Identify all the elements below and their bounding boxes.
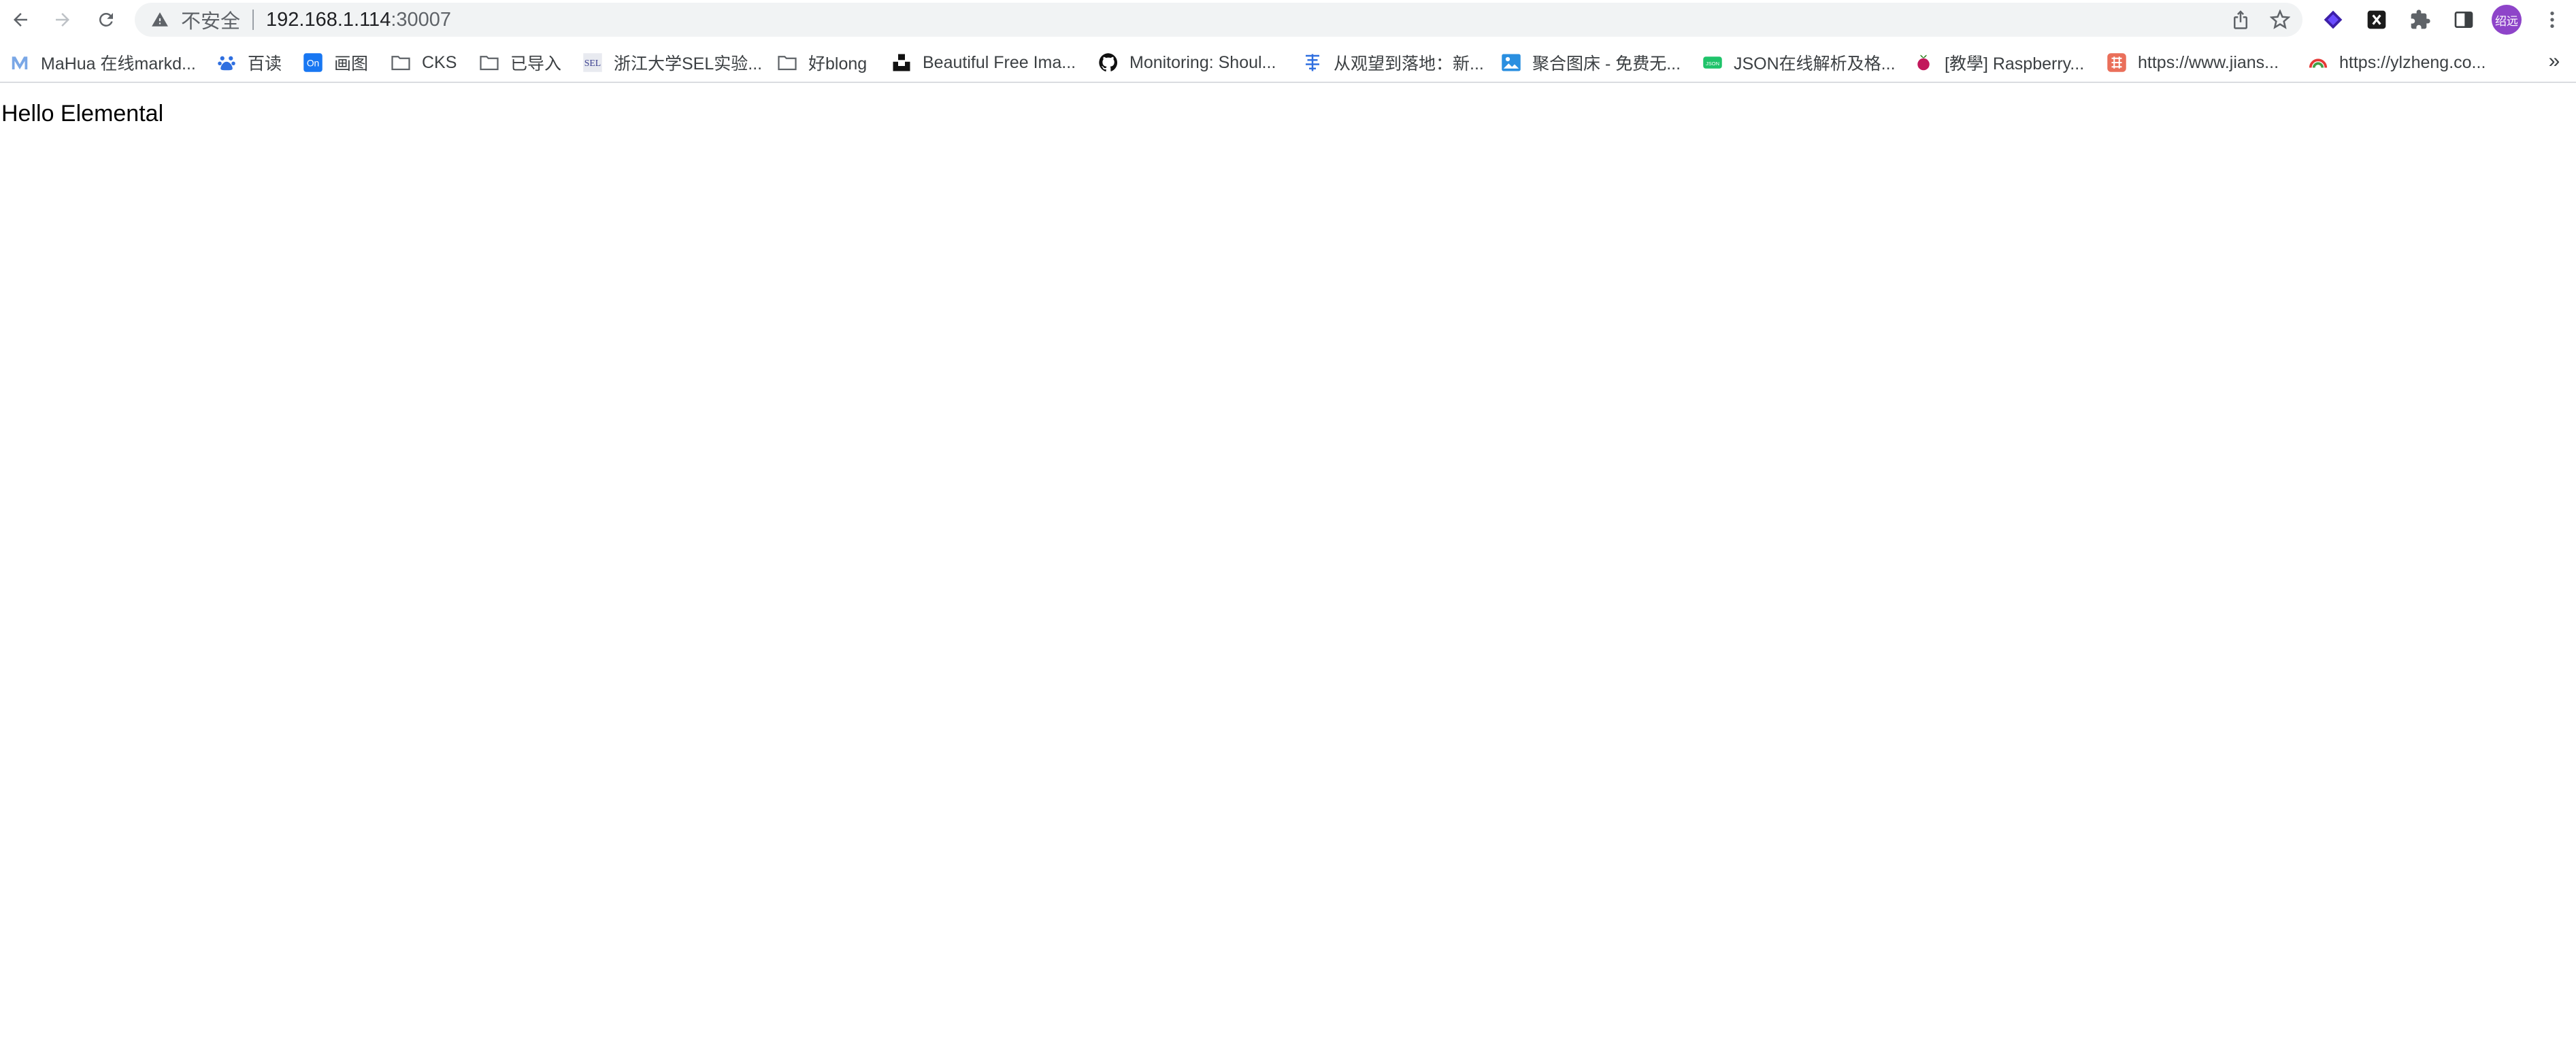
bookmark-json-parser[interactable]: JSON JSON在线解析及格...: [1702, 49, 1896, 76]
bookmark-label: CKS: [422, 52, 457, 72]
bookmark-label: Monitoring: Shoul...: [1129, 52, 1276, 72]
bookmark-label: MaHua 在线markd...: [41, 54, 196, 73]
extension-layers-icon[interactable]: [2319, 5, 2347, 34]
reload-button[interactable]: [91, 5, 121, 35]
svg-text:On: On: [307, 59, 319, 69]
arrow-left-icon: [14, 13, 27, 27]
warning-icon[interactable]: [151, 11, 169, 29]
bookmark-ylzheng[interactable]: https://ylzheng.co...: [2308, 49, 2486, 76]
bookmark-image-host[interactable]: 聚合图床 - 免费无...: [1501, 49, 1681, 76]
bookmark-jianshu[interactable]: https://www.jians...: [2107, 49, 2279, 76]
bookmark-label: 画图: [334, 54, 369, 73]
omnibox-actions: [2230, 3, 2290, 37]
bookmark-observe-landing[interactable]: 从观望到落地：新...: [1302, 49, 1484, 76]
bookmark-unsplash[interactable]: Beautiful Free Ima...: [891, 49, 1076, 76]
folder-icon: [777, 52, 797, 73]
page-body-text: Hello Elemental: [1, 101, 164, 127]
svg-text:SEL: SEL: [584, 58, 601, 68]
security-label[interactable]: 不安全: [181, 5, 240, 34]
forward-button[interactable]: [48, 5, 78, 35]
bookmark-raspberry[interactable]: [教學] Raspberry...: [1913, 49, 2084, 76]
bookmark-folder-haoblong[interactable]: 好blong: [777, 49, 867, 76]
bookmark-github-monitoring[interactable]: Monitoring: Shoul...: [1098, 49, 1276, 76]
share-icon[interactable]: [2230, 10, 2251, 30]
url-text[interactable]: 192.168.1.114:30007: [266, 9, 451, 31]
bookmark-draw[interactable]: On 画图: [303, 49, 368, 76]
bookmark-zju-sel[interactable]: SEL 浙江大学SEL实验...: [582, 49, 762, 76]
bookmark-baidu[interactable]: 百读: [216, 49, 282, 76]
unsplash-icon: [891, 52, 912, 73]
github-icon: [1098, 52, 1119, 73]
bookmark-label: 好blong: [808, 54, 868, 73]
bookmark-label: https://ylzheng.co...: [2339, 52, 2486, 72]
svg-text:JSON: JSON: [1706, 61, 1719, 67]
reload-icon: [99, 12, 113, 27]
bookmark-star-icon[interactable]: [2270, 10, 2290, 30]
bookmark-label: 浙江大学SEL实验...: [614, 54, 763, 73]
sel-logo-icon: SEL: [582, 52, 603, 73]
jianshu-icon: [2107, 52, 2127, 73]
side-panel-icon[interactable]: [2449, 5, 2478, 34]
arrow-right-icon: [56, 13, 69, 27]
bookmark-mahua[interactable]: MaHua 在线markd...: [10, 49, 196, 76]
bookmark-label: JSON在线解析及格...: [1734, 54, 1896, 73]
bookmark-label: 从观望到落地：新...: [1334, 54, 1484, 73]
folder-icon: [391, 52, 411, 73]
rainbow-site-icon: [2308, 52, 2328, 73]
bookmark-label: 聚合图床 - 免费无...: [1532, 54, 1681, 73]
mahua-m-icon: [10, 52, 30, 73]
raspberry-icon: [1913, 52, 1934, 73]
back-button[interactable]: [5, 5, 35, 35]
baidu-paw-icon: [216, 52, 237, 73]
profile-avatar[interactable]: 绍远: [2492, 5, 2522, 35]
bookmark-label: 百读: [248, 54, 282, 73]
bookmark-label: Beautiful Free Ima...: [923, 52, 1076, 72]
browser-toolbar: 不安全 192.168.1.114:30007 绍远: [0, 0, 2576, 39]
address-bar[interactable]: 不安全 192.168.1.114:30007: [135, 3, 2302, 37]
folder-icon: [479, 52, 499, 73]
url-host: 192.168.1.114: [266, 8, 391, 31]
bookmarks-overflow-chevron-icon[interactable]: »: [2541, 48, 2568, 75]
image-icon: [1501, 52, 1521, 73]
json-icon: JSON: [1702, 52, 1723, 73]
url-port: :30007: [391, 8, 452, 31]
bookmark-label: https://www.jians...: [2138, 52, 2279, 72]
extension-x-icon[interactable]: [2362, 5, 2391, 34]
page-content: Hello Elemental: [0, 84, 2576, 1049]
bookmark-folder-cks[interactable]: CKS: [391, 49, 457, 76]
bookmarks-bar: MaHua 在线markd... 百读 On 画图 CKS 已导入 SEL 浙江…: [0, 42, 2576, 83]
bookmark-folder-imported[interactable]: 已导入: [479, 49, 561, 76]
blue-glyph-icon: [1302, 52, 1323, 73]
address-divider: [252, 10, 254, 30]
extensions-puzzle-icon[interactable]: [2406, 5, 2434, 34]
bookmark-label: 已导入: [510, 54, 562, 73]
on-app-icon: On: [303, 52, 323, 73]
menu-kebab-icon[interactable]: [2538, 5, 2566, 34]
bookmark-label: [教學] Raspberry...: [1945, 54, 2085, 73]
